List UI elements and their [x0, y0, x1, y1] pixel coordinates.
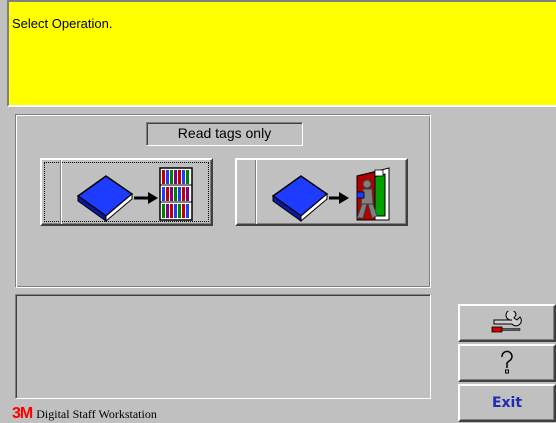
prompt-text: Select Operation. [12, 16, 113, 31]
brand-footer: 3M Digital Staff Workstation [12, 405, 157, 423]
exit-label: Exit [491, 395, 523, 411]
button-grip [42, 160, 61, 224]
3m-logo: 3M [12, 405, 33, 422]
checkin-operation-button[interactable] [40, 158, 213, 226]
exit-button[interactable]: Exit [458, 384, 556, 422]
tools-wrench-screwdriver-icon [491, 311, 522, 333]
button-grip [237, 160, 256, 224]
question-mark-icon [501, 350, 513, 374]
tools-button[interactable] [458, 304, 556, 342]
help-button[interactable] [458, 344, 556, 382]
book-person-exit-door-icon [271, 167, 390, 222]
message-panel [15, 294, 431, 399]
app-name: Digital Staff Workstation [36, 407, 157, 421]
book-to-shelf-icon [76, 167, 193, 222]
prompt-panel: Select Operation. [7, 0, 556, 107]
checkout-operation-button[interactable] [235, 158, 408, 226]
mode-label: Read tags only [146, 122, 303, 146]
